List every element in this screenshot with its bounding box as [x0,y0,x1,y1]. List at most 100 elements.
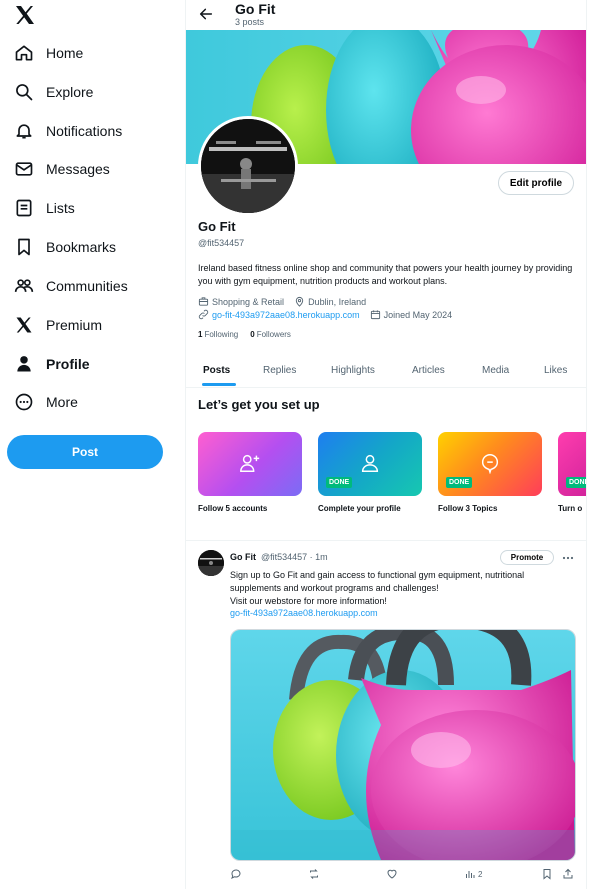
sidebar-item-messages[interactable]: Messages [14,154,110,184]
search-icon [14,82,34,102]
calendar-icon [370,309,384,320]
profile-meta-row: Shopping & Retail Dublin, Ireland [198,296,376,307]
setup-card-label: Turn o [558,504,583,513]
tweet-avatar[interactable] [198,550,224,576]
sidebar-item-more[interactable]: More [14,387,78,417]
repost-action[interactable] [308,868,320,880]
followers-link[interactable]: 0 Followers [250,330,291,339]
post-button[interactable]: Post [7,435,163,469]
tab-articles[interactable]: Articles [412,353,445,387]
tweet-media-image[interactable] [230,629,576,861]
profile-avatar[interactable] [198,116,298,216]
profile-joined: Joined May 2024 [370,309,452,320]
link-icon [198,309,212,320]
briefcase-icon [198,296,212,307]
post-count: 3 posts [235,17,265,27]
tab-media[interactable]: Media [482,353,509,387]
profile-name: Go Fit [198,219,236,234]
sidebar-item-label: Messages [46,161,110,177]
repost-icon [308,868,320,880]
setup-card-label: Follow 3 Topics [438,504,498,513]
setup-card-follow-topics[interactable]: DONE [438,432,542,496]
bell-icon [14,121,34,141]
home-icon [14,43,34,63]
website-link[interactable]: go-fit-493a972aae08.herokuapp.com [212,310,360,320]
promote-button[interactable]: Promote [500,550,554,565]
topic-bubble-icon [479,452,501,474]
sidebar-item-label: Premium [46,317,103,333]
profile-location: Dublin, Ireland [294,296,366,307]
list-icon [14,198,34,218]
sidebar-item-bookmarks[interactable]: Bookmarks [14,232,116,262]
setup-card-turn-on[interactable]: DONE [558,432,586,496]
views-action[interactable]: 2 [464,868,482,880]
profile-meta-row-2: go-fit-493a972aae08.herokuapp.com Joined… [198,309,462,320]
profile-handle: @fit534457 [198,238,245,248]
communities-icon [14,276,34,296]
tab-highlights[interactable]: Highlights [331,353,375,387]
tweet-author-name[interactable]: Go Fit [230,552,256,562]
x-premium-icon [14,315,34,335]
done-badge: DONE [566,477,586,488]
active-tab-indicator [202,383,236,386]
setup-card-label: Follow 5 accounts [198,504,268,513]
reply-icon [230,868,242,880]
more-circle-icon [14,392,34,412]
sidebar-item-label: Bookmarks [46,239,117,255]
back-arrow-icon[interactable] [198,6,214,22]
like-action[interactable] [386,868,398,880]
tab-likes[interactable]: Likes [544,353,567,387]
sidebar-item-label: More [46,394,78,410]
tweet-author-handle: @fit534457 · 1m [261,552,328,562]
sidebar-item-label: Home [46,45,84,61]
sidebar-item-notifications[interactable]: Notifications [14,116,122,146]
bar-chart-icon [464,868,476,880]
done-badge: DONE [326,477,353,488]
person-outline-icon [359,452,381,474]
sidebar-item-explore[interactable]: Explore [14,77,93,107]
sidebar-item-label: Communities [46,278,128,294]
tab-replies[interactable]: Replies [263,353,296,387]
edit-profile-button[interactable]: Edit profile [498,171,574,195]
share-action[interactable] [562,868,574,880]
sidebar-item-label: Explore [46,84,94,100]
sidebar-item-label: Profile [46,356,90,372]
sidebar-item-premium[interactable]: Premium [14,310,102,340]
views-count: 2 [478,869,483,879]
person-icon [14,354,34,374]
bookmark-icon [14,237,34,257]
done-badge: DONE [446,477,473,488]
setup-card-follow-accounts[interactable] [198,432,302,496]
setup-card-label: Complete your profile [318,504,401,513]
follow-counts: 1 Following 0 Followers [198,330,303,339]
tweet-text: Sign up to Go Fit and gain access to fun… [230,570,525,606]
share-icon [562,868,574,880]
tab-posts[interactable]: Posts [203,353,230,387]
sidebar-item-communities[interactable]: Communities [14,271,128,301]
bookmark-icon [541,868,553,880]
sidebar-item-label: Lists [46,200,75,216]
page-title: Go Fit [235,1,276,17]
sidebar-item-profile[interactable]: Profile [14,349,90,379]
tweet-link[interactable]: go-fit-493a972aae08.herokuapp.com [230,608,378,618]
setup-title: Let’s get you set up [198,397,320,412]
more-options-icon[interactable] [562,553,574,563]
profile-tabs: Posts Replies Highlights Articles Media … [186,353,586,388]
setup-card-complete-profile[interactable]: DONE [318,432,422,496]
add-person-icon [239,452,261,474]
sidebar-item-lists[interactable]: Lists [14,193,75,223]
sidebar-item-home[interactable]: Home [14,38,83,68]
envelope-icon [14,159,34,179]
reply-action[interactable] [230,868,242,880]
profile-website[interactable]: go-fit-493a972aae08.herokuapp.com [198,309,360,320]
x-logo-icon[interactable] [13,3,37,27]
profile-column: Go Fit 3 posts Edit profile Go Fit @fit5… [185,0,587,889]
profile-category: Shopping & Retail [198,296,284,307]
profile-bio: Ireland based fitness online shop and co… [198,263,573,286]
bookmark-action[interactable] [541,868,553,880]
heart-icon [386,868,398,880]
location-pin-icon [294,296,308,307]
following-link[interactable]: 1 Following [198,330,238,339]
sidebar-item-label: Notifications [46,123,123,139]
divider [186,540,586,541]
